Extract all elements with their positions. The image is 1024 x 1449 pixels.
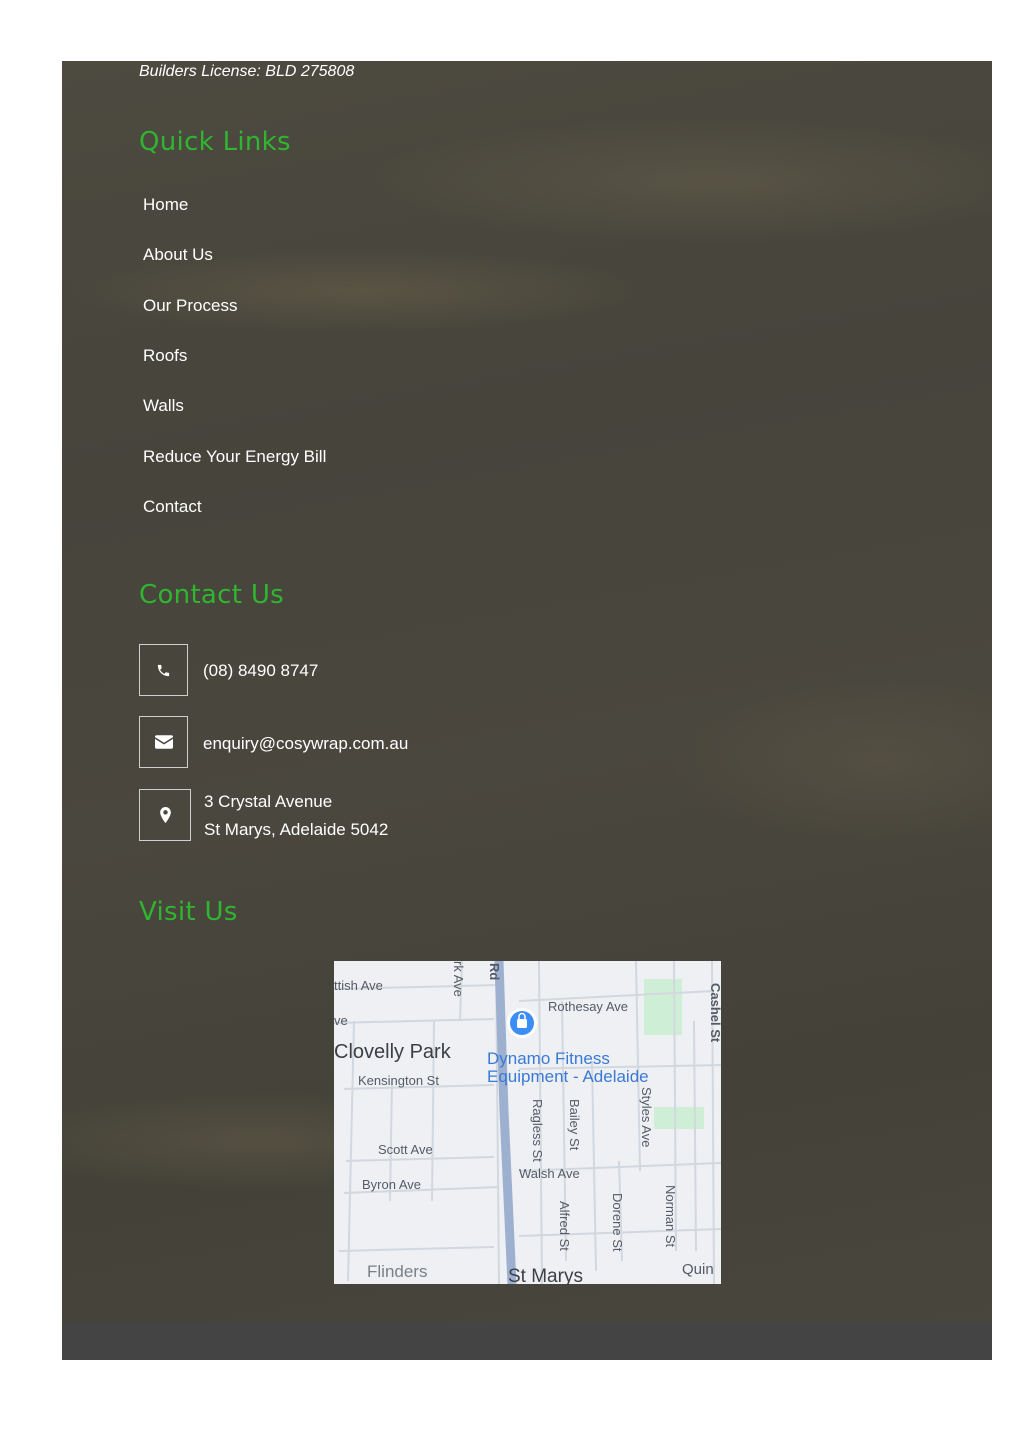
map-label: Ragless St	[530, 1099, 545, 1162]
footer-bottom-bar	[62, 1323, 992, 1360]
envelope-icon	[154, 735, 173, 749]
email-icon-box	[139, 716, 188, 768]
email-link[interactable]: enquiry@cosywrap.com.au	[203, 730, 408, 758]
nav-link-walls[interactable]: Walls	[143, 396, 184, 416]
map-label: St Marys	[508, 1266, 583, 1284]
quick-links-heading: Quick Links	[139, 127, 291, 157]
phone-icon-box	[139, 644, 188, 696]
address-line-2: St Marys, Adelaide 5042	[204, 820, 389, 839]
nav-link-about-us[interactable]: About Us	[143, 245, 213, 265]
map-label: ve	[334, 1013, 348, 1028]
map-label: Rothesay Ave	[548, 999, 628, 1014]
visit-us-heading: Visit Us	[139, 897, 238, 927]
park-area	[644, 979, 682, 1035]
map-label: Dorene St	[610, 1193, 625, 1252]
map-marker-icon	[159, 807, 171, 823]
map-label: Quin	[682, 1261, 714, 1278]
address-block: 3 Crystal Avenue St Marys, Adelaide 5042	[204, 788, 388, 844]
nav-link-home[interactable]: Home	[143, 195, 188, 215]
map-label: Bailey St	[567, 1099, 582, 1151]
map-label: Cashel St	[708, 983, 721, 1043]
map-place-name-line2: Equipment - Adelaide	[487, 1067, 649, 1086]
embedded-map[interactable]: ttish Ave ve rk Ave Rd Rothesay Ave Cash…	[334, 961, 721, 1284]
map-label: Flinders	[367, 1262, 427, 1281]
phone-icon	[157, 664, 170, 676]
nav-link-reduce-energy-bill[interactable]: Reduce Your Energy Bill	[143, 447, 326, 467]
nav-link-our-process[interactable]: Our Process	[143, 296, 237, 316]
address-icon-box	[139, 789, 191, 841]
map-label: Scott Ave	[378, 1142, 433, 1157]
contact-us-heading: Contact Us	[139, 580, 284, 610]
map-label: Kensington St	[358, 1073, 439, 1088]
map-label: Walsh Ave	[519, 1166, 580, 1181]
map-label: Styles Ave	[639, 1087, 654, 1147]
park-area	[654, 1107, 704, 1129]
nav-link-roofs[interactable]: Roofs	[143, 346, 187, 366]
map-label: rk Ave	[451, 961, 466, 997]
builders-license: Builders License: BLD 275808	[139, 63, 355, 80]
map-label: Rd	[487, 963, 502, 980]
map-label: Byron Ave	[362, 1177, 421, 1192]
address-line-1: 3 Crystal Avenue	[204, 792, 333, 811]
map-place-name-line1: Dynamo Fitness	[487, 1049, 610, 1068]
nav-link-contact[interactable]: Contact	[143, 497, 202, 517]
map-label: Norman St	[663, 1185, 678, 1248]
map-pin-icon	[507, 1008, 537, 1038]
map-label: Alfred St	[557, 1201, 572, 1251]
map-label: Clovelly Park	[334, 1041, 452, 1063]
phone-number-link[interactable]: (08) 8490 8747	[203, 657, 318, 685]
map-label: ttish Ave	[334, 978, 383, 993]
